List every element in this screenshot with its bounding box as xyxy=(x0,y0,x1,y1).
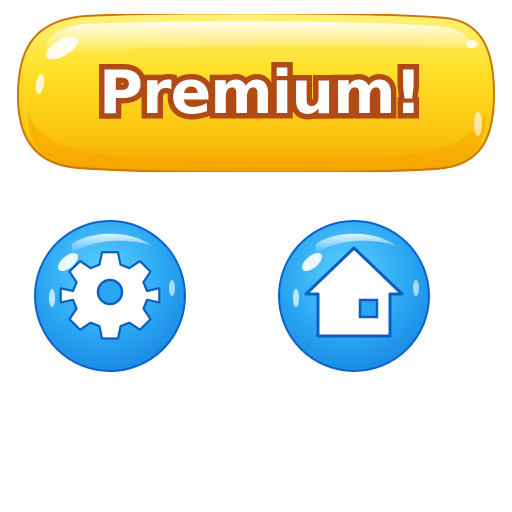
gear-icon xyxy=(59,251,161,340)
home-button[interactable] xyxy=(276,218,432,374)
premium-label: Premium! xyxy=(94,53,428,134)
settings-button[interactable] xyxy=(32,218,188,374)
premium-button[interactable]: Premium! xyxy=(16,14,496,172)
house-icon xyxy=(304,246,404,338)
